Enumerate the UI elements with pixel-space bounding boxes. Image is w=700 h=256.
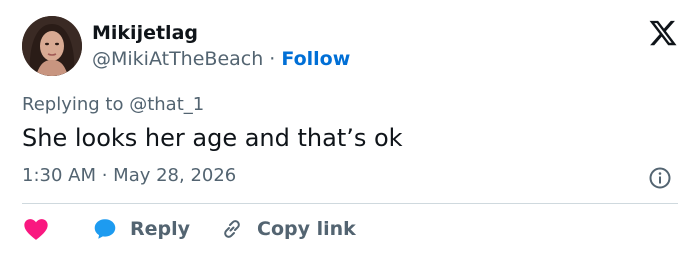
reply-label: Reply [130, 218, 191, 240]
tweet-text: She looks her age and that’s ok [22, 124, 403, 152]
follow-button[interactable]: Follow [281, 48, 350, 70]
author-display-name[interactable]: Mikijetlag [92, 22, 198, 44]
handle-separator: · [263, 48, 282, 70]
speech-bubble-icon [94, 219, 116, 239]
tweet-date: May 28, 2026 [113, 165, 237, 186]
link-icon [224, 220, 240, 238]
info-icon[interactable] [648, 166, 672, 190]
tweet-time: 1:30 AM [22, 165, 96, 186]
heart-icon[interactable] [22, 215, 50, 243]
x-logo-icon[interactable] [648, 18, 678, 48]
author-handle[interactable]: @MikiAtTheBeach [92, 48, 263, 70]
avatar[interactable] [22, 16, 82, 76]
reply-button[interactable]: Reply [92, 216, 190, 242]
tweet-timestamp[interactable]: 1:30 AM · May 28, 2026 [22, 165, 236, 186]
copy-link-button[interactable]: Copy link [220, 217, 356, 241]
replying-to[interactable]: Replying to @that_1 [22, 94, 204, 115]
avatar-photo [22, 16, 82, 76]
copy-link-label: Copy link [257, 218, 356, 240]
author-handle-row: @MikiAtTheBeach · Follow [92, 48, 350, 70]
date-separator: · [96, 165, 114, 186]
action-bar: Reply Copy link [22, 214, 356, 244]
divider [22, 203, 678, 204]
